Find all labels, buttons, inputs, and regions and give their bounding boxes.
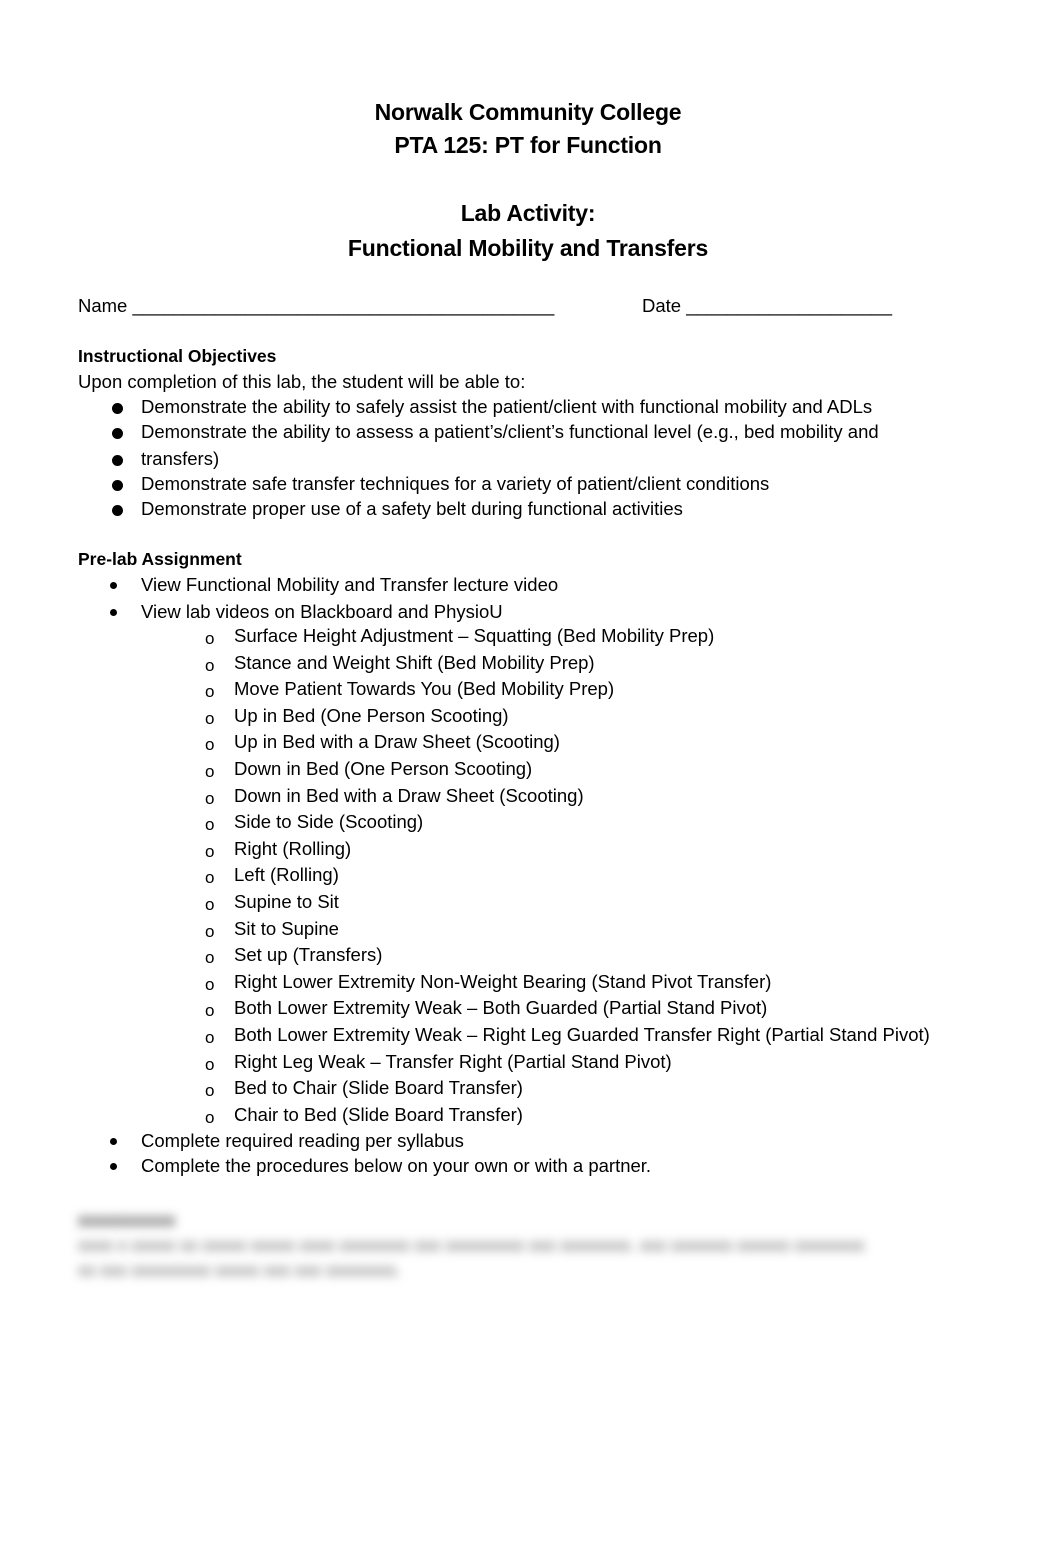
circle-bullet-icon: o <box>205 842 215 861</box>
circle-bullet-icon: o <box>205 948 215 967</box>
activity-label: Lab Activity: <box>460 200 596 226</box>
prelab-text: View Functional Mobility and Transfer le… <box>141 574 559 595</box>
video-title: Move Patient Towards You (Bed Mobility P… <box>234 678 615 699</box>
prelab-text: Complete required reading per syllabus <box>141 1130 464 1151</box>
blurred-instructions-section: xxxxxxxxxx xxxx x xxxxx xx xxxxx xxxxx x… <box>78 1208 958 1288</box>
video-title: Up in Bed with a Draw Sheet (Scooting) <box>234 731 560 752</box>
bullet-icon <box>112 403 123 414</box>
circle-bullet-icon: o <box>205 975 215 994</box>
objective-text: Demonstrate safe transfer techniques for… <box>141 473 770 494</box>
prelab-text: Complete the procedures below on your ow… <box>141 1155 652 1176</box>
video-title: Stance and Weight Shift (Bed Mobility Pr… <box>234 652 595 673</box>
circle-bullet-icon: o <box>205 629 215 648</box>
blurred-line: xx xxx xxxxxxxxx xxxxx xxx xxx xxxxxxxx. <box>78 1260 401 1280</box>
prelab-text: View lab videos on Blackboard and Physio… <box>141 601 503 622</box>
bullet-icon <box>110 609 117 616</box>
name-field: Name ___________________________________… <box>78 295 555 316</box>
circle-bullet-icon: o <box>205 1001 215 1020</box>
circle-bullet-icon: o <box>205 789 215 808</box>
objective-text: transfers) <box>141 448 220 469</box>
circle-bullet-icon: o <box>205 656 215 675</box>
objectives-intro: Upon completion of this lab, the student… <box>78 371 526 392</box>
video-title: Side to Side (Scooting) <box>234 811 424 832</box>
video-title: Both Lower Extremity Weak – Both Guarded… <box>234 997 768 1018</box>
video-title: Chair to Bed (Slide Board Transfer) <box>234 1104 523 1125</box>
video-title: Surface Height Adjustment – Squatting (B… <box>234 625 715 646</box>
objective-text: Demonstrate the ability to safely assist… <box>141 396 873 417</box>
video-title: Right Lower Extremity Non-Weight Bearing… <box>234 971 772 992</box>
circle-bullet-icon: o <box>205 1081 215 1100</box>
video-title: Down in Bed with a Draw Sheet (Scooting) <box>234 785 584 806</box>
video-title: Sit to Supine <box>234 918 339 939</box>
bullet-icon <box>110 1163 117 1170</box>
bullet-icon <box>112 505 123 516</box>
circle-bullet-icon: o <box>205 1055 215 1074</box>
bullet-icon <box>112 455 123 466</box>
video-title: Down in Bed (One Person Scooting) <box>234 758 533 779</box>
blurred-line: xxxx x xxxxx xx xxxxx xxxxx xxxx xxxxxxx… <box>78 1235 865 1255</box>
circle-bullet-icon: o <box>205 868 215 887</box>
objective-text: Demonstrate proper use of a safety belt … <box>141 498 683 519</box>
circle-bullet-icon: o <box>205 735 215 754</box>
institution-title: Norwalk Community College <box>374 99 682 125</box>
circle-bullet-icon: o <box>205 1028 215 1047</box>
document-page: Norwalk Community College PTA 125: PT fo… <box>0 0 1062 1556</box>
activity-title: Functional Mobility and Transfers <box>347 235 709 261</box>
bullet-icon <box>110 1138 117 1145</box>
bullet-icon <box>112 428 123 439</box>
video-title: Both Lower Extremity Weak – Right Leg Gu… <box>234 1024 930 1045</box>
circle-bullet-icon: o <box>205 922 215 941</box>
circle-bullet-icon: o <box>205 709 215 728</box>
video-title: Left (Rolling) <box>234 864 339 885</box>
circle-bullet-icon: o <box>205 682 215 701</box>
video-title: Set up (Transfers) <box>234 944 383 965</box>
video-title: Supine to Sit <box>234 891 339 912</box>
blurred-heading: xxxxxxxxxx <box>78 1210 176 1230</box>
bullet-icon <box>110 582 117 589</box>
video-title: Up in Bed (One Person Scooting) <box>234 705 509 726</box>
prelab-heading: Pre-lab Assignment <box>78 549 242 569</box>
circle-bullet-icon: o <box>205 895 215 914</box>
bullet-icon <box>112 480 123 491</box>
circle-bullet-icon: o <box>205 1108 215 1127</box>
circle-bullet-icon: o <box>205 815 215 834</box>
video-title: Bed to Chair (Slide Board Transfer) <box>234 1077 523 1098</box>
date-field: Date ____________________ <box>642 295 892 316</box>
video-title: Right (Rolling) <box>234 838 352 859</box>
video-title: Right Leg Weak – Transfer Right (Partial… <box>234 1051 672 1072</box>
circle-bullet-icon: o <box>205 762 215 781</box>
course-title: PTA 125: PT for Function <box>394 132 662 158</box>
objectives-heading: Instructional Objectives <box>78 346 277 366</box>
objective-text: Demonstrate the ability to assess a pati… <box>141 421 879 442</box>
